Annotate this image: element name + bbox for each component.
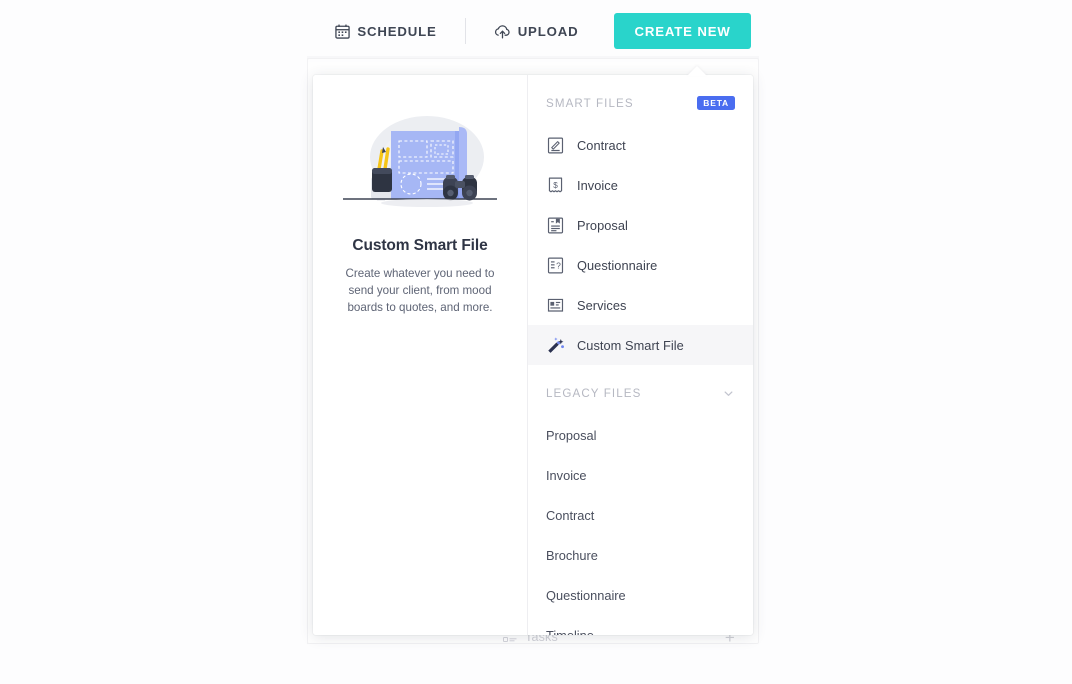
legacy-file-item-invoice[interactable]: Invoice <box>528 455 753 495</box>
cloud-upload-icon <box>494 24 511 39</box>
create-new-button[interactable]: CREATE NEW <box>614 13 751 49</box>
item-label: Proposal <box>577 217 628 233</box>
item-label: Brochure <box>546 547 598 563</box>
magic-wand-icon <box>546 336 565 355</box>
smart-file-item-services[interactable]: Services <box>528 285 753 325</box>
services-list-icon <box>546 296 565 315</box>
create-new-dropdown-modal: Custom Smart File Create whatever you ne… <box>313 75 753 635</box>
chevron-down-icon[interactable] <box>722 387 735 400</box>
item-label: Invoice <box>546 467 587 483</box>
item-label: Services <box>577 297 627 313</box>
contract-signature-icon <box>546 136 565 155</box>
item-label: Proposal <box>546 427 597 443</box>
legacy-file-item-contract[interactable]: Contract <box>528 495 753 535</box>
background-vertical-divider <box>307 58 308 644</box>
legacy-file-item-brochure[interactable]: Brochure <box>528 535 753 575</box>
upload-button[interactable]: UPLOAD <box>480 12 593 50</box>
item-label: Questionnaire <box>577 257 658 273</box>
item-label: Timeline <box>546 627 594 636</box>
questionnaire-question-icon: ? <box>546 256 565 275</box>
svg-text:$: $ <box>553 180 558 189</box>
invoice-dollar-icon: $ <box>546 176 565 195</box>
file-type-list-pane: SMART FILES BETA Contract $ Invoice Prop… <box>527 75 753 635</box>
item-label: Custom Smart File <box>577 337 684 353</box>
item-label: Invoice <box>577 177 618 193</box>
preview-title: Custom Smart File <box>352 237 488 254</box>
beta-badge: BETA <box>697 96 735 110</box>
smart-file-item-contract[interactable]: Contract <box>528 125 753 165</box>
proposal-bookmark-icon <box>546 216 565 235</box>
calendar-icon <box>335 24 351 39</box>
toolbar-divider <box>464 18 466 44</box>
custom-smart-file-illustration <box>331 111 509 221</box>
app-root: Tasks + SCHEDULE UPLOAD CREATE NEW Custo… <box>0 0 1072 684</box>
top-action-bar: SCHEDULE UPLOAD CREATE NEW <box>0 0 1072 62</box>
smart-file-item-invoice[interactable]: $ Invoice <box>528 165 753 205</box>
upload-label: UPLOAD <box>517 23 579 39</box>
smart-file-item-proposal[interactable]: Proposal <box>528 205 753 245</box>
schedule-label: SCHEDULE <box>357 23 437 39</box>
legacy-files-label: LEGACY FILES <box>546 386 642 400</box>
preview-description: Create whatever you need to send your cl… <box>345 267 495 315</box>
item-label: Contract <box>577 137 626 153</box>
smart-file-item-questionnaire[interactable]: ? Questionnaire <box>528 245 753 285</box>
preview-pane: Custom Smart File Create whatever you ne… <box>313 75 527 635</box>
svg-text:?: ? <box>556 260 561 270</box>
smart-files-label: SMART FILES <box>546 96 634 110</box>
legacy-file-item-questionnaire[interactable]: Questionnaire <box>528 575 753 615</box>
item-label: Contract <box>546 507 595 523</box>
item-label: Questionnaire <box>546 587 626 603</box>
legacy-file-item-proposal[interactable]: Proposal <box>528 415 753 455</box>
legacy-file-item-timeline[interactable]: Timeline <box>528 615 753 636</box>
legacy-files-section-header[interactable]: LEGACY FILES <box>528 371 753 415</box>
smart-files-section-header: SMART FILES BETA <box>528 81 753 125</box>
dropdown-caret <box>687 66 707 76</box>
schedule-button[interactable]: SCHEDULE <box>321 12 450 50</box>
smart-file-item-custom-smart-file[interactable]: Custom Smart File <box>528 325 753 365</box>
